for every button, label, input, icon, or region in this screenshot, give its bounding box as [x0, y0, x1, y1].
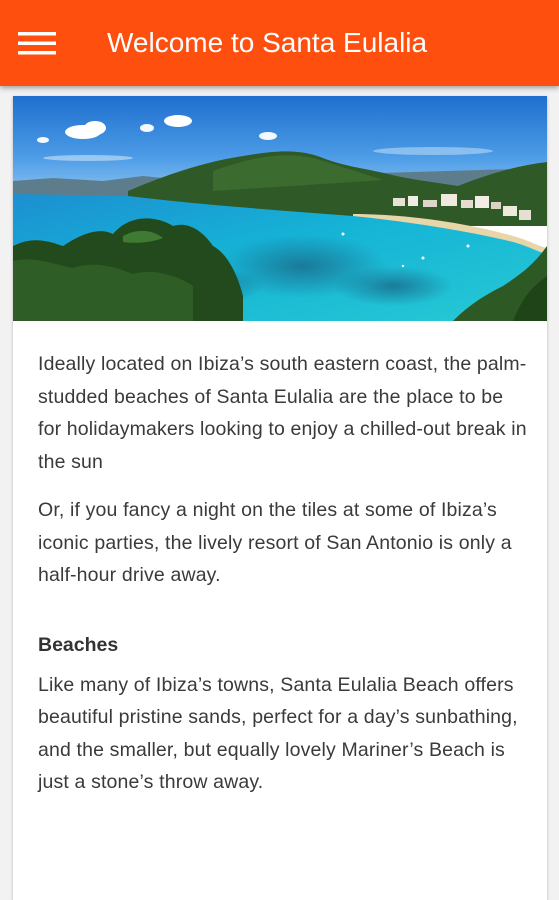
article-body: Ideally located on Ibiza’s south eastern…	[38, 348, 528, 815]
app-bar: Welcome to Santa Eulalia	[0, 0, 559, 86]
page-title: Welcome to Santa Eulalia	[107, 27, 428, 58]
section-heading-beaches: Beaches	[38, 633, 119, 656]
hamburger-menu-icon	[18, 32, 56, 55]
article-card: Ideally located on Ibiza’s south eastern…	[13, 96, 547, 900]
nightlife-paragraph: Or, if you fancy a night on the tiles at…	[38, 499, 512, 586]
intro-paragraph: Ideally located on Ibiza’s south eastern…	[38, 353, 527, 473]
menu-button[interactable]	[12, 18, 62, 68]
hero-image	[13, 96, 547, 321]
beaches-paragraph: Like many of Ibiza’s towns, Santa Eulali…	[38, 673, 518, 794]
